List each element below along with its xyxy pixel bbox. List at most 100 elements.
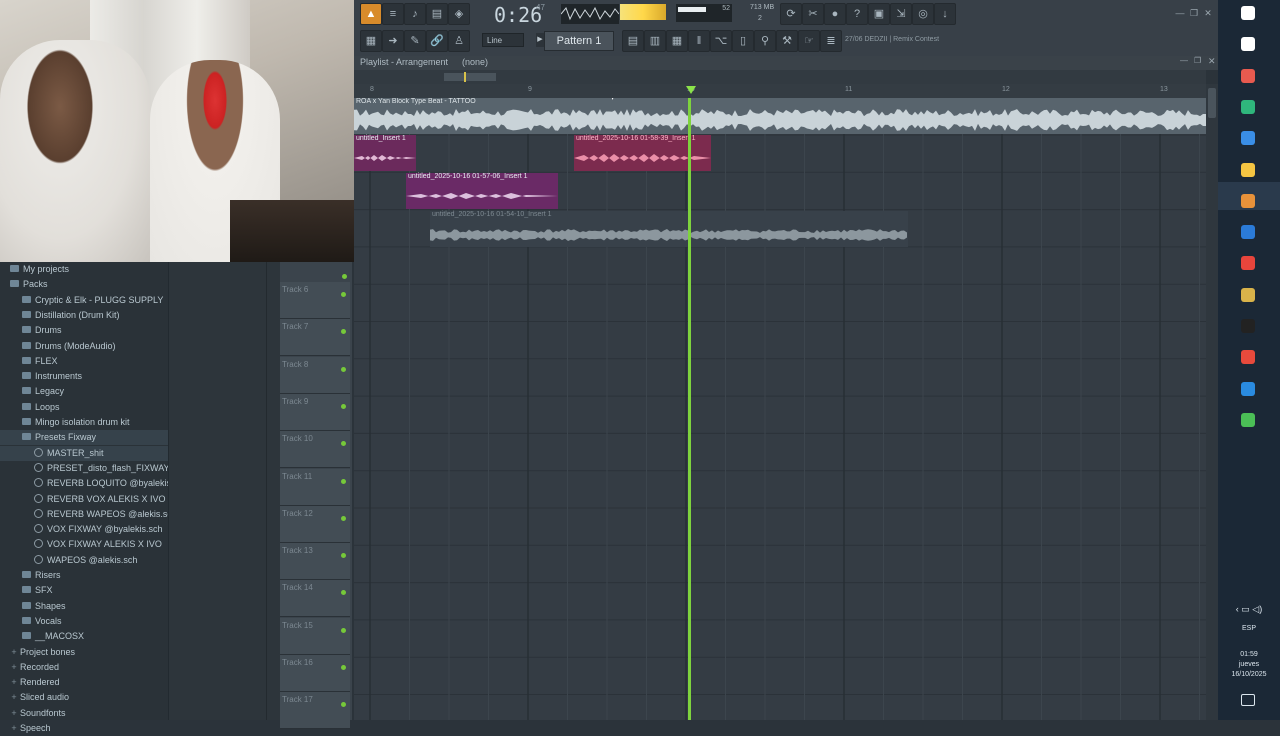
app-icon[interactable] (1241, 287, 1255, 302)
app-icon[interactable] (1241, 412, 1255, 427)
app-icon[interactable] (1241, 68, 1255, 83)
browser-item[interactable]: My projects (0, 262, 168, 277)
notification-icon[interactable] (1241, 694, 1255, 706)
browser-item[interactable]: Presets Fixway (0, 430, 168, 446)
search-icon[interactable] (1241, 37, 1255, 52)
browser-item[interactable]: VOX FIXWAY ALEKIS X IVO (0, 537, 168, 552)
list-icon[interactable]: ≣ (820, 30, 842, 52)
track-header[interactable]: Track 6 (280, 282, 350, 319)
timeline-ruler[interactable]: 8 9 10 11 12 13 (354, 84, 1206, 98)
tray-clock[interactable]: 01:59 jueves 16/10/2025 (1218, 650, 1280, 680)
browser-item[interactable]: + Rendered (0, 675, 168, 690)
track-header[interactable]: Track 16 (280, 655, 350, 692)
track-enable-icon[interactable] (341, 627, 346, 633)
piano-roll-icon[interactable]: ▦ (666, 30, 688, 52)
pattern-selector[interactable]: Pattern 1 (544, 31, 614, 51)
playlist-maximize-icon[interactable]: ❐ (1194, 56, 1201, 65)
track-header[interactable]: Track 7 (280, 319, 350, 357)
track-enable-icon[interactable] (341, 403, 346, 409)
track-header[interactable]: Track 15 (280, 617, 350, 655)
browser-item[interactable]: Legacy (0, 384, 168, 399)
playlist-window-icon[interactable]: ▤ (622, 30, 644, 52)
step-icon[interactable]: ▤ (426, 3, 448, 25)
blend-icon[interactable]: ◈ (448, 3, 470, 25)
mic-icon[interactable]: ● (824, 3, 846, 25)
browser-item[interactable]: SFX (0, 583, 168, 598)
record-mode-icon[interactable]: ▲ (360, 3, 382, 25)
track-header[interactable]: Track 9 (280, 393, 350, 431)
browser-item[interactable]: Drums (0, 323, 168, 338)
audio-clip-015410[interactable]: untitled_2025-10-16 01-54-10_Insert 1 (430, 211, 908, 247)
browser-item[interactable]: Vocals (0, 614, 168, 629)
maximize-icon[interactable]: ❐ (1188, 7, 1200, 19)
browser-item[interactable]: FLEX (0, 354, 168, 369)
minimize-icon[interactable]: — (1174, 7, 1186, 19)
track-enable-icon[interactable] (341, 665, 346, 670)
track-header[interactable]: Track 11 (280, 468, 350, 506)
playlist-grid[interactable]: ROA x Yan Block Type Beat - TATTOO untit… (354, 98, 1206, 720)
playlist-icon[interactable]: ▦ (360, 30, 382, 52)
pattern-mode-icon[interactable]: ≡ (382, 3, 404, 25)
browser-item[interactable]: REVERB WAPEOS @alekis.sch (0, 507, 177, 522)
browser-item[interactable]: Drums (ModeAudio) (0, 339, 168, 354)
browser-item[interactable]: + Sliced audio (0, 690, 168, 705)
browser-item[interactable]: Packs (0, 277, 168, 292)
track-header[interactable]: Track 12 (280, 505, 350, 543)
close-icon[interactable]: ✕ (1202, 7, 1214, 19)
track-enable-icon[interactable] (342, 274, 347, 279)
browser-item[interactable]: REVERB VOX ALEKIS X IVO (0, 492, 168, 507)
audio-clip-insert1[interactable]: untitled_Insert 1 (354, 135, 416, 171)
browser-item[interactable]: + Project bones (0, 645, 168, 660)
download-icon[interactable]: ↓ (934, 3, 956, 25)
browser-item[interactable]: Mingo isolation drum kit (0, 415, 168, 430)
browser-item[interactable]: PRESET_disto_flash_FIXWAY (0, 461, 170, 476)
mixer-icon[interactable]: ‖ (688, 30, 710, 52)
playhead-marker-icon[interactable] (686, 86, 696, 94)
track-enable-icon[interactable] (341, 553, 346, 559)
track-enable-icon[interactable] (341, 702, 346, 708)
browser-item[interactable]: Loops (0, 400, 168, 415)
files-icon[interactable] (1241, 162, 1255, 177)
outlook-icon[interactable] (1241, 131, 1255, 146)
track-enable-icon[interactable] (341, 515, 346, 521)
app-icon[interactable] (1241, 381, 1255, 396)
cut-icon[interactable]: ✂ (802, 3, 824, 25)
browser-item[interactable]: REVERB LOQUITO @byalekis.sch (0, 476, 188, 491)
track-enable-icon[interactable] (341, 292, 346, 297)
browser-item[interactable]: Shapes (0, 599, 168, 614)
browser-icon[interactable]: ▯ (732, 30, 754, 52)
tray-icons[interactable]: ‹ ▭ ◁) (1218, 604, 1280, 615)
tools-icon[interactable]: ⚒ (776, 30, 798, 52)
tempo-icon[interactable]: ♪ (404, 3, 426, 25)
teams-icon[interactable] (1241, 225, 1255, 240)
track-enable-icon[interactable] (341, 329, 346, 335)
browser-item[interactable]: + Recorded (0, 660, 168, 675)
browser-item[interactable]: + Speech (0, 721, 168, 736)
draw-icon[interactable]: ✎ (404, 30, 426, 52)
browser-item[interactable]: + Soundfonts (0, 706, 168, 721)
touch-icon[interactable]: ☞ (798, 30, 820, 52)
metronome-icon[interactable]: ♙ (448, 30, 470, 52)
windows-logo-icon[interactable] (1241, 6, 1255, 20)
browser-item[interactable]: MASTER_shit (0, 445, 168, 461)
play-small-icon[interactable]: ▶ (536, 33, 544, 47)
app-icon[interactable] (1241, 319, 1255, 333)
plugin-icon[interactable]: ⚲ (754, 30, 776, 52)
browser-item[interactable]: Cryptic & Elk - PLUGG SUPPLY (0, 293, 168, 308)
track-enable-icon[interactable] (341, 590, 346, 596)
audio-clip-015706[interactable]: untitled_2025-10-16 01-57-06_Insert 1 (406, 173, 558, 209)
chat-icon[interactable]: ◎ (912, 3, 934, 25)
channel-rack-icon[interactable]: ▥ (644, 30, 666, 52)
track-header[interactable]: Track 14 (280, 580, 350, 618)
tree-icon[interactable]: ⌥ (710, 30, 732, 52)
playlist-close-icon[interactable]: ✕ (1208, 56, 1216, 67)
tray-language[interactable]: ESP (1218, 625, 1280, 632)
playlist-overview-bar[interactable] (354, 70, 1206, 84)
link-icon[interactable]: 🔗 (426, 30, 448, 52)
export-icon[interactable]: ⇲ (890, 3, 912, 25)
track-header[interactable]: Track 13 (280, 543, 350, 581)
arrow-right-icon[interactable]: ➜ (382, 30, 404, 52)
snap-select[interactable]: Line (482, 33, 524, 47)
browser-item[interactable]: WAPEOS @alekis.sch (0, 553, 168, 568)
browser-item[interactable]: __MACOSX (0, 629, 168, 644)
